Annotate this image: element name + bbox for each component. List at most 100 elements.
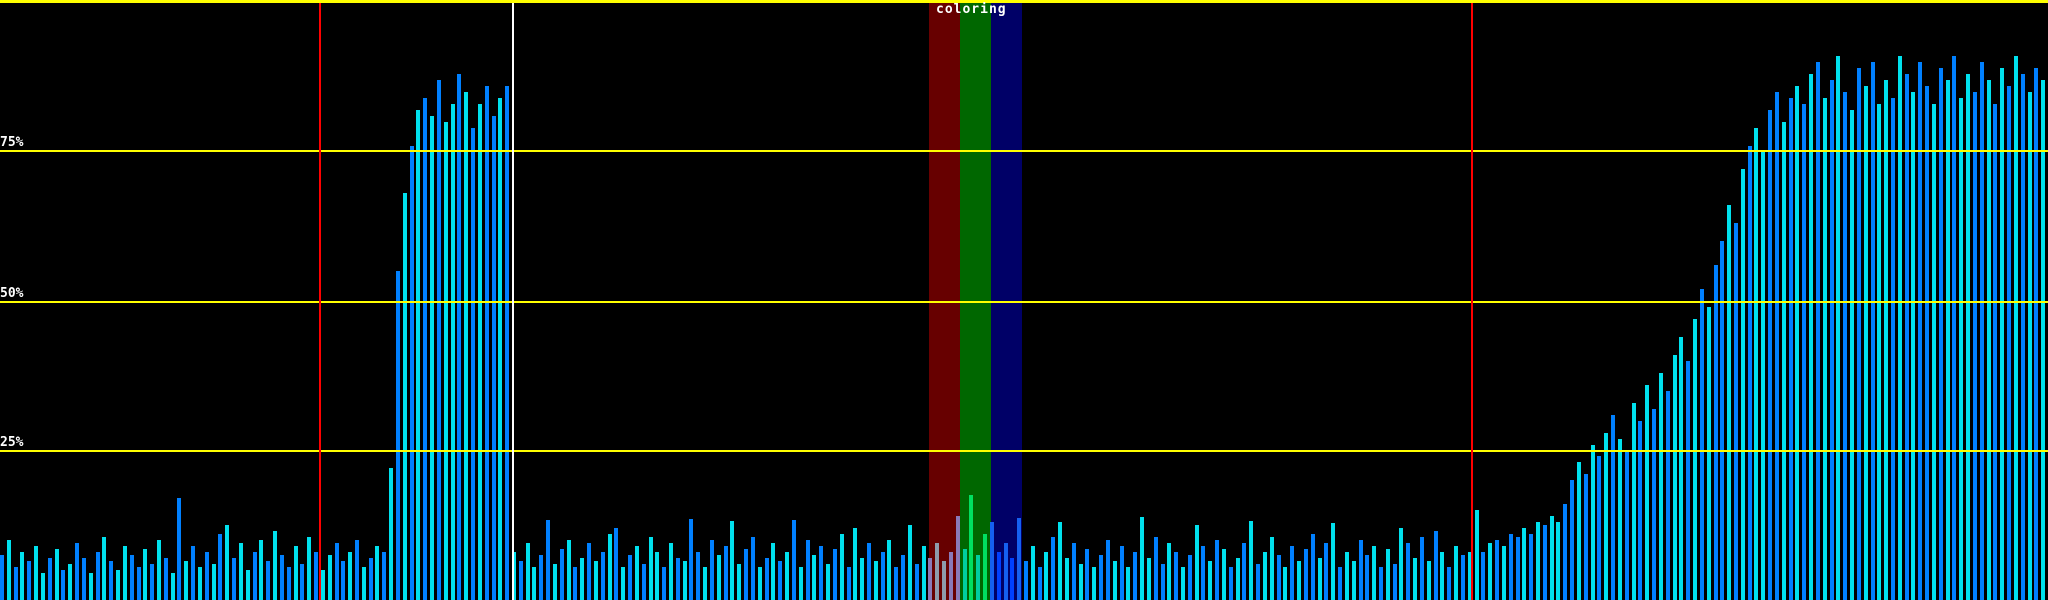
histogram-bar — [307, 537, 311, 600]
histogram-bar — [1195, 525, 1199, 600]
histogram-bar — [1161, 564, 1165, 600]
histogram-bar — [1188, 555, 1192, 600]
histogram-bar — [1324, 543, 1328, 600]
histogram-bar — [1939, 68, 1943, 600]
histogram-bar — [382, 552, 386, 600]
histogram-bar — [614, 528, 618, 600]
histogram-bar — [0, 555, 4, 600]
red-marker-line-1 — [319, 3, 321, 600]
histogram-bar — [1065, 558, 1069, 600]
histogram-bar — [1693, 319, 1697, 600]
histogram-bar — [1843, 92, 1847, 600]
histogram-bar — [143, 549, 147, 600]
histogram-bar — [1181, 567, 1185, 600]
histogram-bar — [1898, 56, 1902, 600]
histogram-bar — [1925, 86, 1929, 600]
histogram-bar — [1775, 92, 1779, 600]
histogram-bar — [1604, 433, 1608, 600]
histogram-bar — [109, 561, 113, 600]
histogram-bar — [1918, 62, 1922, 600]
histogram-bar — [1625, 450, 1629, 600]
histogram-bar — [498, 98, 502, 600]
histogram-bar — [1816, 62, 1820, 600]
histogram-bar — [1304, 549, 1308, 600]
histogram-bar — [1516, 537, 1520, 600]
histogram-bar — [403, 193, 407, 600]
histogram-bar — [628, 555, 632, 600]
histogram-bar — [1154, 537, 1158, 600]
histogram-bar — [963, 549, 967, 600]
histogram-bar — [601, 552, 605, 600]
histogram-bar — [1857, 68, 1861, 600]
histogram-bar — [1679, 337, 1683, 600]
histogram-bar — [1236, 558, 1240, 600]
histogram-bar — [1645, 385, 1649, 600]
histogram-bar — [1386, 549, 1390, 600]
histogram-bar — [1085, 549, 1089, 600]
histogram-bar — [410, 146, 414, 600]
histogram-bar — [1229, 567, 1233, 600]
histogram-bar — [1461, 555, 1465, 600]
histogram-bar — [1475, 510, 1479, 600]
histogram-bar — [294, 546, 298, 600]
histogram-bar — [1201, 546, 1205, 600]
histogram-bar — [1529, 534, 1533, 600]
histogram-bar — [437, 80, 441, 600]
histogram-bar — [662, 567, 666, 600]
histogram-bar — [184, 561, 188, 600]
histogram-bar — [1120, 546, 1124, 600]
histogram-bar — [587, 543, 591, 600]
histogram-bar — [1884, 80, 1888, 600]
histogram-bar — [239, 543, 243, 600]
histogram-bar — [997, 552, 1001, 600]
histogram-bar — [464, 92, 468, 600]
histogram-bar — [253, 552, 257, 600]
histogram-bar — [1871, 62, 1875, 600]
gridline-50pct — [0, 301, 2048, 303]
histogram-bar — [457, 74, 461, 600]
histogram-bar — [1208, 561, 1212, 600]
histogram-bar — [1454, 546, 1458, 600]
histogram-bar — [505, 86, 509, 600]
histogram-bar — [225, 525, 229, 600]
histogram-bar — [1707, 307, 1711, 600]
histogram-bar — [1420, 537, 1424, 600]
histogram-bar — [1802, 104, 1806, 600]
histogram-bar — [1249, 521, 1253, 600]
histogram-bar — [2014, 56, 2018, 600]
histogram-bar — [1720, 241, 1724, 600]
histogram-bar — [478, 104, 482, 600]
histogram-bar — [580, 558, 584, 600]
histogram-bar — [949, 552, 953, 600]
histogram-bar — [881, 552, 885, 600]
histogram-bar — [621, 567, 625, 600]
histogram-bar — [758, 567, 762, 600]
tick-label-25pct: 25% — [0, 436, 23, 449]
histogram-bar — [1987, 80, 1991, 600]
histogram-bar — [553, 564, 557, 600]
histogram-bar — [1823, 98, 1827, 600]
histogram-bar — [198, 567, 202, 600]
histogram-bar — [1584, 474, 1588, 600]
histogram-bar — [1686, 361, 1690, 600]
histogram-bar — [2034, 68, 2038, 600]
histogram-bar — [1399, 528, 1403, 600]
histogram-bar — [1577, 462, 1581, 600]
histogram-bar — [1761, 151, 1765, 600]
histogram-bar — [314, 552, 318, 600]
histogram-bar — [1973, 92, 1977, 600]
histogram-bar — [348, 552, 352, 600]
histogram-bar — [771, 543, 775, 600]
histogram-bar — [280, 555, 284, 600]
histogram-bar — [2007, 86, 2011, 600]
red-marker-line-2 — [1471, 3, 1473, 600]
histogram-bar — [1597, 456, 1601, 600]
histogram-bar — [1345, 552, 1349, 600]
histogram-bar — [14, 567, 18, 600]
histogram-bar — [1024, 561, 1028, 600]
histogram-bar — [2021, 74, 2025, 600]
histogram-bar — [1993, 104, 1997, 600]
histogram-bar — [1174, 552, 1178, 600]
histogram-bar — [833, 549, 837, 600]
tick-label-75pct: 75% — [0, 136, 23, 149]
